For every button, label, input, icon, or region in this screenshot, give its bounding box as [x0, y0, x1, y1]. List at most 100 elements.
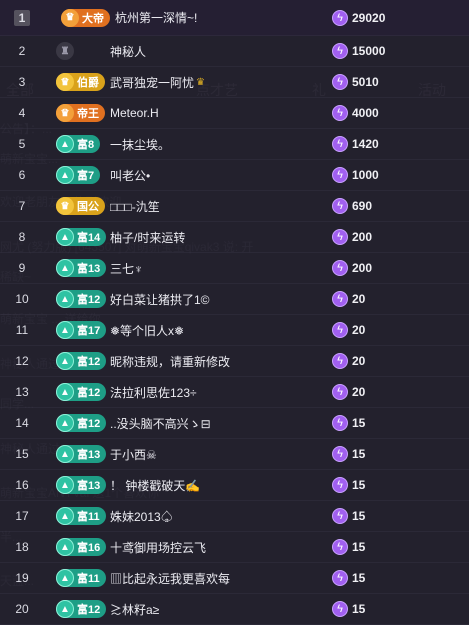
user-name[interactable]: 姝妹2013♤ [110, 508, 173, 525]
ranking-row[interactable]: 8 ▲ 富14 柚子/时来运转 ϟ 200 [0, 222, 469, 253]
lightning-coin-icon: ϟ [332, 446, 348, 462]
user-name[interactable]: 杭州第一深情~! [115, 9, 197, 26]
wealth-level-icon: ▲ [56, 352, 74, 370]
badge-slot: ▲ 富14 [56, 228, 107, 246]
user-name[interactable]: 一抹尘埃。 [110, 136, 170, 153]
wealth-level-icon: ▲ [56, 383, 74, 401]
user-name-wrap: ..没头脑不高兴ゝ⊟ [106, 415, 469, 432]
lightning-coin-icon: ϟ [332, 260, 348, 276]
user-name[interactable]: 昵称违规，请重新修改 [110, 353, 230, 370]
user-name[interactable]: ≳林籽a≥ [110, 601, 159, 618]
user-name[interactable]: ..没头脑不高兴ゝ⊟ [110, 415, 211, 432]
contribution-score: ϟ 15000 [332, 36, 385, 66]
badge-label: 国公 [77, 201, 99, 213]
ranking-row[interactable]: 13 ▲ 富12 法拉利思佐123÷ ϟ 20 [0, 377, 469, 408]
level-badge: ♛ 伯爵 [56, 73, 105, 91]
lightning-coin-icon: ϟ [332, 43, 348, 59]
score-value: 1420 [352, 137, 379, 151]
ranking-row[interactable]: 7 ♛ 国公 □□□-氿笙 ϟ 690 [0, 191, 469, 222]
badge-slot: ♛ 大帝 [61, 8, 111, 27]
user-name[interactable]: 十鸢御用场控云飞 [110, 539, 206, 556]
contribution-score: ϟ 200 [332, 222, 372, 252]
user-name[interactable]: □□□-氿笙 [110, 198, 160, 215]
wealth-level-icon: ▲ [56, 321, 74, 339]
level-badge: ♛ 大帝 [61, 8, 110, 27]
lightning-coin-icon: ϟ [332, 136, 348, 152]
score-value: 15 [352, 540, 366, 554]
user-name[interactable]: 法拉利思佐123÷ [110, 384, 197, 401]
contribution-score: ϟ 690 [332, 191, 372, 221]
badge-slot: ▲ 富12 [56, 383, 107, 401]
wealth-level-icon: ▲ [56, 476, 74, 494]
badge-label: 大帝 [82, 12, 104, 25]
lightning-coin-icon: ϟ [332, 508, 348, 524]
user-name-wrap: 法拉利思佐123÷ [106, 384, 469, 401]
ranking-row[interactable]: 20 ▲ 富12 ≳林籽a≥ ϟ 15 [0, 594, 469, 625]
rank-number: 5 [18, 137, 26, 151]
ranking-row[interactable]: 9 ▲ 富13 三七♆ ϟ 200 [0, 253, 469, 284]
ranking-row[interactable]: 6 ▲ 富7 叫老公• ϟ 1000 [0, 160, 469, 191]
user-name[interactable]: 好白菜让猪拱了1© [110, 291, 210, 308]
contribution-score: ϟ 1000 [332, 160, 379, 190]
wealth-level-icon: ▲ [56, 228, 74, 246]
ranking-row[interactable]: 12 ▲ 富12 昵称违规，请重新修改 ϟ 20 [0, 346, 469, 377]
lightning-coin-icon: ϟ [332, 74, 348, 90]
badge-label: 富14 [77, 232, 101, 244]
ranking-row[interactable]: 4 ♛ 帝王 Meteor.H ϟ 4000 [0, 98, 469, 129]
score-value: 15 [352, 509, 366, 523]
contribution-score: ϟ 4000 [332, 98, 379, 128]
user-name-wrap: 姝妹2013♤ [106, 508, 469, 525]
ranking-row[interactable]: 15 ▲ 富13 于小西☠ ϟ 15 [0, 439, 469, 470]
ranking-row[interactable]: 16 ▲ 富13！ 钟楼戳破天✍ ϟ 15 [0, 470, 469, 501]
score-value: 15 [352, 571, 366, 585]
ranking-row[interactable]: 1 ♛ 大帝 杭州第一深情~! ϟ 29020 [0, 0, 469, 36]
lightning-coin-icon: ϟ [332, 477, 348, 493]
wealth-level-icon: ▲ [56, 135, 74, 153]
wealth-level-icon: ▲ [56, 259, 74, 277]
rank-number: 13 [15, 385, 29, 399]
score-value: 15000 [352, 44, 386, 58]
ranking-row[interactable]: 3 ♛ 伯爵 武哥独宠一阿忧 ♛ ϟ 5010 [0, 67, 469, 98]
badge-label: 富12 [77, 604, 101, 616]
user-name[interactable]: 三七♆ [110, 260, 143, 277]
user-name[interactable]: ！ 钟楼戳破天✍ [110, 477, 200, 494]
rank-number: 11 [15, 323, 29, 337]
rank-number: 3 [18, 75, 26, 89]
user-name[interactable]: 柚子/时来运转 [110, 229, 185, 246]
badge-slot: ▲ 富13 [56, 445, 107, 463]
user-name[interactable]: 叫老公• [110, 167, 150, 184]
badge-slot: ♜ [56, 42, 106, 60]
ranking-row[interactable]: 17 ▲ 富11 姝妹2013♤ ϟ 15 [0, 501, 469, 532]
noble-rank-icon: ♛ [56, 197, 74, 215]
rank-number: 14 [15, 416, 29, 430]
user-name[interactable]: 武哥独宠一阿忧 [110, 74, 194, 91]
score-value: 690 [352, 199, 373, 213]
user-name[interactable]: Meteor.H [110, 106, 159, 120]
contribution-score: ϟ 20 [332, 346, 365, 376]
ranking-row[interactable]: 11 ▲ 富17 ❅等个旧人x❅ ϟ 20 [0, 315, 469, 346]
score-value: 20 [352, 354, 366, 368]
lightning-coin-icon: ϟ [332, 384, 348, 400]
user-name[interactable]: ▥比起永远我更喜欢每 [110, 570, 230, 587]
user-name[interactable]: 于小西☠ [110, 446, 157, 463]
level-badge: ▲ 富11 [56, 569, 106, 587]
badge-label: 富11 [77, 573, 100, 585]
ranking-row[interactable]: 14 ▲ 富12 ..没头脑不高兴ゝ⊟ ϟ 15 [0, 408, 469, 439]
rank-number: 9 [18, 261, 26, 275]
badge-slot: ♛ 国公 [56, 197, 106, 215]
ranking-row[interactable]: 10 ▲ 富12 好白菜让猪拱了1© ϟ 20 [0, 284, 469, 315]
ranking-row[interactable]: 2 ♜ 神秘人 ϟ 15000 [0, 36, 469, 67]
badge-slot: ▲ 富12 [56, 600, 107, 618]
ranking-row[interactable]: 5 ▲ 富8 一抹尘埃。 ϟ 1420 [0, 129, 469, 160]
user-name[interactable]: ❅等个旧人x❅ [110, 322, 184, 339]
level-badge: ▲ 富12 [56, 352, 107, 370]
ranking-row[interactable]: 19 ▲ 富11 ▥比起永远我更喜欢每 ϟ 15 [0, 563, 469, 594]
score-value: 15 [352, 447, 366, 461]
lightning-coin-icon: ϟ [332, 291, 348, 307]
user-name-wrap: 柚子/时来运转 [106, 229, 469, 246]
badge-slot: ▲ 富12 [56, 352, 107, 370]
user-name[interactable]: 神秘人 [110, 43, 146, 60]
level-badge: ▲ 富12 [56, 383, 107, 401]
ranking-row[interactable]: 18 ▲ 富16 十鸢御用场控云飞 ϟ 15 [0, 532, 469, 563]
contribution-score: ϟ 20 [332, 315, 365, 345]
